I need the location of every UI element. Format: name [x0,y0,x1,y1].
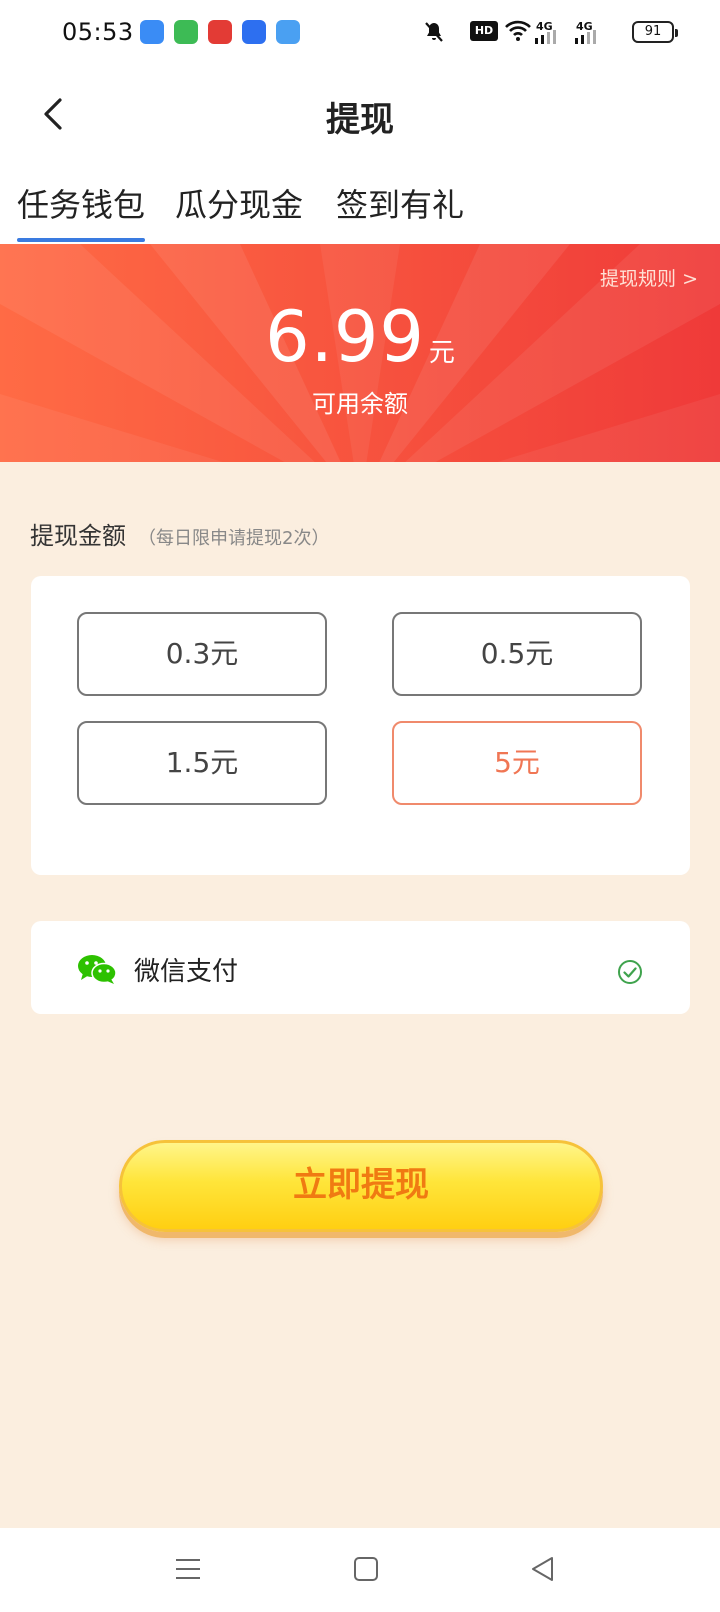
home-square-icon[interactable] [351,1554,381,1584]
amount-option-5[interactable]: 5元 [392,721,642,805]
app-green-icon [174,20,198,44]
wifi-icon [505,20,531,41]
status-bar: 05:53 HD 4G 4G 91 [0,0,720,64]
balance-label: 可用余额 [312,390,408,418]
amount-option-0-5[interactable]: 0.5元 [392,612,642,696]
status-time: 05:53 [62,18,134,46]
menu-icon[interactable] [173,1554,203,1584]
amount-header: 提现金额 （每日限申请提现2次） [30,516,329,551]
app-red-icon [208,20,232,44]
hd-badge: HD [470,21,498,41]
amount-option-0-3[interactable]: 0.3元 [77,612,327,696]
amount-options-card: 0.3元 0.5元 1.5元 5元 [31,576,690,875]
amount-option-1-5[interactable]: 1.5元 [77,721,327,805]
signal-icon [535,30,556,44]
withdraw-now-button[interactable]: 立即提现 [119,1140,603,1232]
mute-bell-icon [425,22,443,42]
app-shield-icon [242,20,266,44]
signal-icon-2 [575,30,596,44]
header: 提现 [0,64,720,164]
balance-value: 6.99 [265,296,425,378]
tab-task-wallet[interactable]: 任务钱包 [17,180,146,242]
page-title: 提现 [326,100,394,140]
back-triangle-icon[interactable] [528,1554,558,1584]
tab-bar: 任务钱包 瓜分现金 签到有礼 [0,164,720,244]
payment-method-label: 微信支付 [134,957,239,987]
system-nav-bar [0,1528,720,1612]
withdraw-rules-link[interactable]: 提现规则 > [600,264,698,291]
balance-amount: 6.99 元 [0,296,720,378]
tab-checkin-gift[interactable]: 签到有礼 [336,180,464,226]
amount-note: （每日限申请提现2次） [138,528,330,549]
battery-icon: 91 [632,21,678,43]
balance-banner: 提现规则 > 6.99 元 可用余额 [0,244,720,462]
app-lightblue-icon [276,20,300,44]
check-circle-icon[interactable] [617,959,643,985]
wechat-icon [78,955,117,984]
app-blue-icon [140,20,164,44]
amount-title: 提现金额 [30,522,126,550]
balance-unit: 元 [428,338,455,368]
tab-split-cash[interactable]: 瓜分现金 [175,180,303,226]
payment-method-card[interactable]: 微信支付 [31,921,690,1014]
